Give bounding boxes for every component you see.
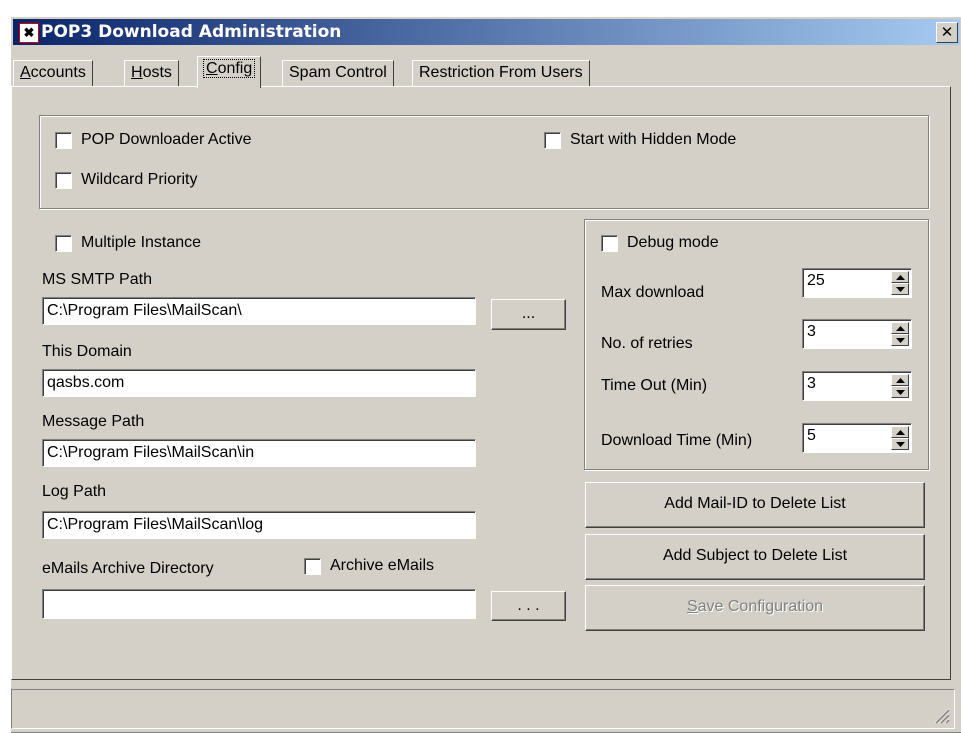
checkbox-box <box>55 234 72 252</box>
archive-directory-input[interactable] <box>42 589 476 619</box>
download-time-label: Download Time (Min) <box>601 432 753 449</box>
message-path-label: Message Path <box>42 413 145 430</box>
this-domain-label: This Domain <box>42 343 132 360</box>
download-time-spinner[interactable]: 5 <box>802 423 912 453</box>
log-path-input[interactable]: C:\Program Files\MailScan\log <box>42 511 476 539</box>
checkbox-box <box>55 131 72 149</box>
save-configuration-label: ave Configuration <box>697 598 824 615</box>
tab-hosts-mnemonic: H <box>131 64 143 81</box>
tab-accounts-mnemonic: A <box>20 64 31 81</box>
timeout-spinner[interactable]: 3 <box>802 371 912 401</box>
window-title: POP3 Download Administration <box>41 22 342 42</box>
wildcard-priority-label: Wildcard Priority <box>81 171 198 188</box>
tab-restriction-from-users[interactable]: Restriction From Users <box>412 60 590 86</box>
tab-config[interactable]: Config <box>197 56 262 88</box>
message-path-input[interactable]: C:\Program Files\MailScan\in <box>42 439 476 467</box>
multiple-instance-checkbox[interactable]: Multiple Instance <box>55 234 201 252</box>
status-bar <box>11 689 955 729</box>
spin-up-icon[interactable] <box>891 322 909 334</box>
retries-spinner[interactable]: 3 <box>802 319 912 349</box>
start-hidden-mode-label: Start with Hidden Mode <box>570 131 737 148</box>
general-options-group <box>39 115 929 209</box>
retries-value: 3 <box>807 323 816 340</box>
log-path-label: Log Path <box>42 483 107 500</box>
tab-hosts[interactable]: Hosts <box>124 60 179 86</box>
multiple-instance-label: Multiple Instance <box>81 234 202 251</box>
max-download-value: 25 <box>807 272 825 289</box>
spin-up-icon[interactable] <box>891 374 909 386</box>
tab-config-mnemonic: C <box>206 60 218 77</box>
timeout-label: Time Out (Min) <box>601 377 708 394</box>
title-bar: ✖ POP3 Download Administration ✕ <box>13 19 960 45</box>
pop-downloader-active-label: POP Downloader Active <box>81 131 252 148</box>
save-configuration-button[interactable]: Save Configuration <box>585 585 925 631</box>
max-download-label: Max download <box>601 284 705 301</box>
archive-emails-label: Archive eMails <box>330 557 435 574</box>
spinner-arrows <box>891 374 909 398</box>
timeout-value: 3 <box>807 375 816 392</box>
tab-config-focus: Config <box>202 59 256 78</box>
spin-down-icon[interactable] <box>891 438 909 450</box>
spinner-arrows <box>891 426 909 450</box>
add-subject-button[interactable]: Add Subject to Delete List <box>585 534 925 580</box>
close-button[interactable]: ✕ <box>936 22 958 43</box>
spinner-arrows <box>891 271 909 295</box>
resize-grip-icon[interactable] <box>932 706 950 724</box>
ms-smtp-path-input[interactable]: C:\Program Files\MailScan\ <box>42 297 476 325</box>
spin-down-icon[interactable] <box>891 334 909 346</box>
archive-directory-label: eMails Archive Directory <box>42 560 214 577</box>
tab-hosts-label: osts <box>142 64 172 81</box>
start-hidden-mode-checkbox[interactable]: Start with Hidden Mode <box>544 131 736 149</box>
checkbox-box <box>544 131 561 149</box>
spin-up-icon[interactable] <box>891 271 909 283</box>
checkbox-box <box>55 171 72 189</box>
spin-up-icon[interactable] <box>891 426 909 438</box>
this-domain-input[interactable]: qasbs.com <box>42 369 476 397</box>
spin-down-icon[interactable] <box>891 283 909 295</box>
pop-downloader-active-checkbox[interactable]: POP Downloader Active <box>55 131 251 149</box>
debug-mode-label: Debug mode <box>627 234 719 251</box>
archive-browse-button[interactable]: . . . <box>491 591 566 621</box>
app-icon: ✖ <box>19 23 39 43</box>
archive-emails-checkbox[interactable]: Archive eMails <box>304 557 434 575</box>
tab-accounts[interactable]: Accounts <box>13 60 93 86</box>
spin-down-icon[interactable] <box>891 386 909 398</box>
checkbox-box <box>601 234 618 252</box>
pop3-admin-window: ✖ POP3 Download Administration ✕ Account… <box>10 16 961 733</box>
download-time-value: 5 <box>807 427 816 444</box>
tab-config-label: onfig <box>217 60 253 77</box>
config-panel: POP Downloader Active Start with Hidden … <box>11 86 951 680</box>
wildcard-priority-checkbox[interactable]: Wildcard Priority <box>55 171 197 189</box>
retries-label: No. of retries <box>601 335 693 352</box>
save-configuration-mnemonic: S <box>686 598 698 615</box>
add-mail-id-button[interactable]: Add Mail-ID to Delete List <box>585 482 925 528</box>
checkbox-box <box>304 557 321 575</box>
tab-accounts-label: ccounts <box>30 64 86 81</box>
max-download-spinner[interactable]: 25 <box>802 268 912 298</box>
spinner-arrows <box>891 322 909 346</box>
ms-smtp-browse-button[interactable]: ... <box>491 299 566 330</box>
debug-mode-checkbox[interactable]: Debug mode <box>601 234 719 252</box>
ms-smtp-path-label: MS SMTP Path <box>42 271 152 288</box>
tab-spam-control[interactable]: Spam Control <box>282 60 394 86</box>
